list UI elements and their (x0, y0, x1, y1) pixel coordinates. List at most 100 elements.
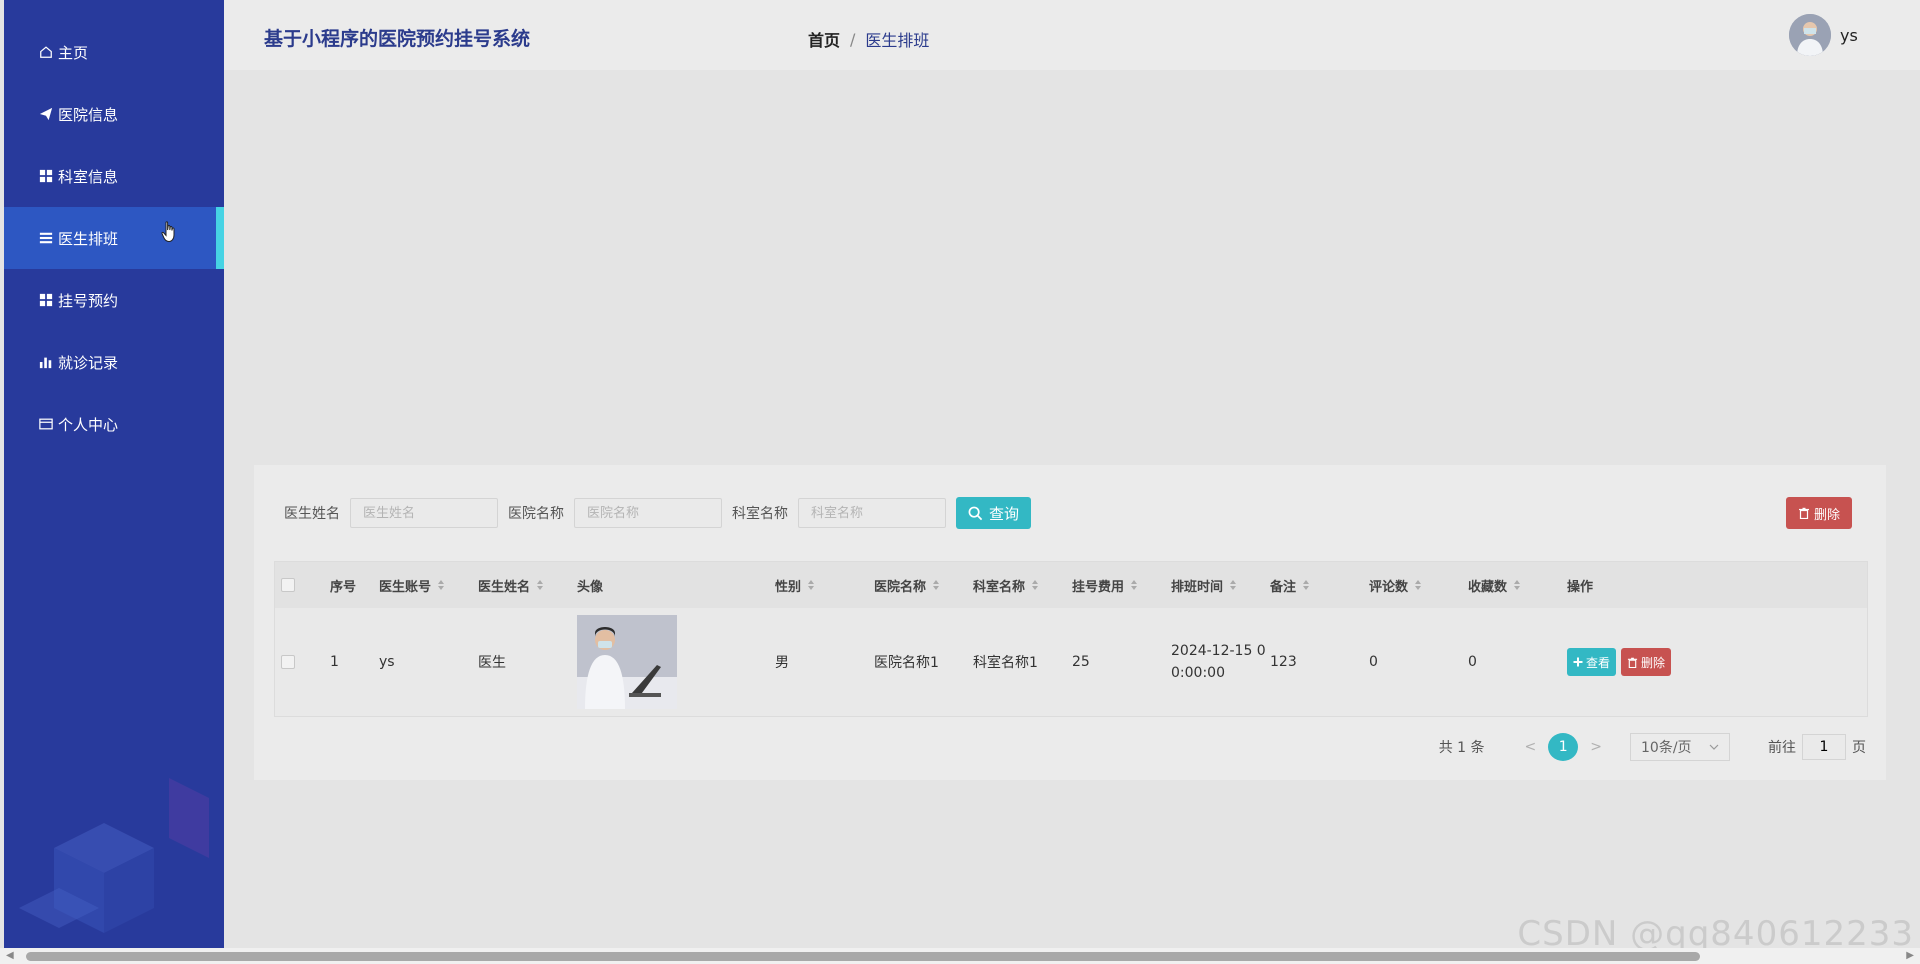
sidebar-item-label: 科室信息 (58, 167, 119, 186)
prev-page-button[interactable]: < (1525, 739, 1537, 755)
header-account[interactable]: 医生账号 (379, 562, 445, 608)
doctor-photo[interactable] (577, 615, 677, 709)
paper-plane-icon (38, 106, 54, 122)
hand-cursor-icon (161, 221, 175, 243)
trash-icon (1627, 657, 1638, 668)
row-department: 科室名称1 (973, 655, 1038, 671)
page-number-button[interactable]: 1 (1548, 733, 1579, 761)
row-gender: 男 (775, 655, 789, 671)
header-account-label: 医生账号 (379, 579, 432, 595)
sidebar-decoration (19, 778, 209, 933)
username[interactable]: ys (1840, 26, 1858, 45)
sidebar: 主页 医院信息 科室信息 医生排班 挂号预约 就诊记录 个人中心 (4, 0, 224, 948)
department-name-label: 科室名称 (732, 506, 788, 522)
sidebar-menu: 主页 医院信息 科室信息 医生排班 挂号预约 就诊记录 个人中心 (4, 0, 224, 455)
header-index: 序号 (330, 579, 357, 595)
grid-icon (38, 292, 54, 308)
department-name-input[interactable] (798, 498, 946, 528)
next-page-button[interactable]: > (1590, 739, 1602, 755)
sidebar-item-label: 主页 (58, 43, 89, 62)
page-size-select[interactable]: 10条/页 (1630, 733, 1730, 761)
sidebar-item-label: 医院信息 (58, 105, 119, 124)
breadcrumb-separator: / (850, 29, 856, 49)
row-comments: 0 (1369, 654, 1378, 670)
header-gender[interactable]: 性别 (775, 562, 815, 608)
header-schedule-label: 排班时间 (1171, 579, 1224, 595)
header-remark[interactable]: 备注 (1270, 562, 1310, 608)
sort-icon[interactable] (1513, 579, 1521, 591)
header-favorites[interactable]: 收藏数 (1468, 562, 1521, 608)
view-button-label: 查看 (1586, 655, 1611, 670)
select-all-checkbox[interactable] (281, 578, 295, 592)
sort-icon[interactable] (437, 579, 445, 591)
list-icon (38, 230, 54, 246)
query-button[interactable]: 查询 (956, 497, 1032, 529)
header-comments[interactable]: 评论数 (1369, 562, 1422, 608)
sidebar-item-visit-records[interactable]: 就诊记录 (4, 331, 224, 393)
card-icon (38, 416, 54, 432)
search-bar: 医生姓名 医院名称 科室名称 查询 (284, 497, 1032, 529)
plus-icon (1573, 657, 1583, 667)
breadcrumb-home-link[interactable]: 首页 (808, 27, 840, 51)
sort-icon[interactable] (1130, 579, 1138, 591)
sort-icon[interactable] (1031, 579, 1039, 591)
pagination: 共 1 条 < 1 > 10条/页 前往 页 (1439, 733, 1866, 761)
doctor-name-input[interactable] (350, 498, 498, 528)
row-schedule-line1: 2024-12-15 0 (1171, 643, 1266, 659)
sort-icon[interactable] (536, 579, 544, 591)
sidebar-item-appointment[interactable]: 挂号预约 (4, 269, 224, 331)
sidebar-item-label: 个人中心 (58, 415, 119, 434)
sort-icon[interactable] (807, 579, 815, 591)
bar-chart-icon (38, 354, 54, 370)
row-name: 医生 (478, 655, 506, 671)
header-gender-label: 性别 (775, 579, 802, 595)
sidebar-item-label: 挂号预约 (58, 291, 119, 310)
hospital-name-input[interactable] (574, 498, 722, 528)
batch-delete-button[interactable]: 删除 (1785, 497, 1852, 529)
scroll-left-icon[interactable]: ◀ (6, 950, 14, 961)
scroll-right-icon[interactable]: ▶ (1906, 950, 1914, 961)
view-button[interactable]: 查看 (1567, 648, 1617, 676)
scrollbar-thumb[interactable] (26, 952, 1700, 961)
header-avatar: 头像 (577, 579, 604, 595)
query-button-label: 查询 (989, 504, 1020, 523)
sidebar-item-label: 就诊记录 (58, 353, 119, 372)
sort-icon[interactable] (1229, 579, 1237, 591)
delete-row-button[interactable]: 删除 (1621, 648, 1672, 676)
sort-icon[interactable] (932, 579, 940, 591)
goto-page-input[interactable] (1802, 734, 1846, 760)
table-row: 1 ys 医生 男 医院名称1 科室名称1 25 2024-12-15 0 0:… (275, 608, 1867, 716)
sidebar-item-department-info[interactable]: 科室信息 (4, 145, 224, 207)
header-hospital[interactable]: 医院名称 (874, 562, 940, 608)
row-checkbox[interactable] (281, 655, 295, 669)
delete-row-label: 删除 (1641, 655, 1666, 670)
sidebar-item-home[interactable]: 主页 (4, 21, 224, 83)
header-remark-label: 备注 (1270, 579, 1297, 595)
header-fee[interactable]: 挂号费用 (1072, 562, 1138, 608)
breadcrumb-current: 医生排班 (865, 31, 930, 50)
row-schedule-line2: 0:00:00 (1171, 665, 1225, 681)
page-size-value: 10条/页 (1641, 740, 1692, 756)
header-department[interactable]: 科室名称 (973, 562, 1039, 608)
pagination-total: 共 1 条 (1438, 740, 1485, 756)
sidebar-item-personal-center[interactable]: 个人中心 (4, 393, 224, 455)
header-actions: 操作 (1567, 579, 1594, 595)
doctor-name-label: 医生姓名 (284, 506, 340, 522)
horizontal-scrollbar[interactable]: ◀ ▶ (0, 948, 1920, 964)
schedule-table: 序号 医生账号 医生姓名 头像 性别 医院名称 科室名称 挂号费用 排班时间 备… (274, 561, 1868, 717)
goto-page: 前往 页 (1768, 734, 1866, 760)
sort-icon[interactable] (1302, 579, 1310, 591)
header-schedule[interactable]: 排班时间 (1171, 562, 1237, 608)
sort-icon[interactable] (1414, 579, 1422, 591)
row-account: ys (379, 654, 395, 670)
sidebar-item-doctor-schedule[interactable]: 医生排班 (4, 207, 224, 269)
goto-prefix: 前往 (1768, 740, 1796, 756)
row-hospital: 医院名称1 (874, 655, 939, 671)
header-hospital-label: 医院名称 (874, 579, 927, 595)
avatar[interactable] (1789, 14, 1831, 56)
sidebar-item-hospital-info[interactable]: 医院信息 (4, 83, 224, 145)
content-panel: 医生姓名 医院名称 科室名称 查询 删除 序号 医生账号 医生姓名 头像 性别 … (254, 465, 1886, 780)
row-favorites: 0 (1468, 654, 1477, 670)
batch-delete-label: 删除 (1813, 507, 1840, 523)
header-name[interactable]: 医生姓名 (478, 562, 544, 608)
